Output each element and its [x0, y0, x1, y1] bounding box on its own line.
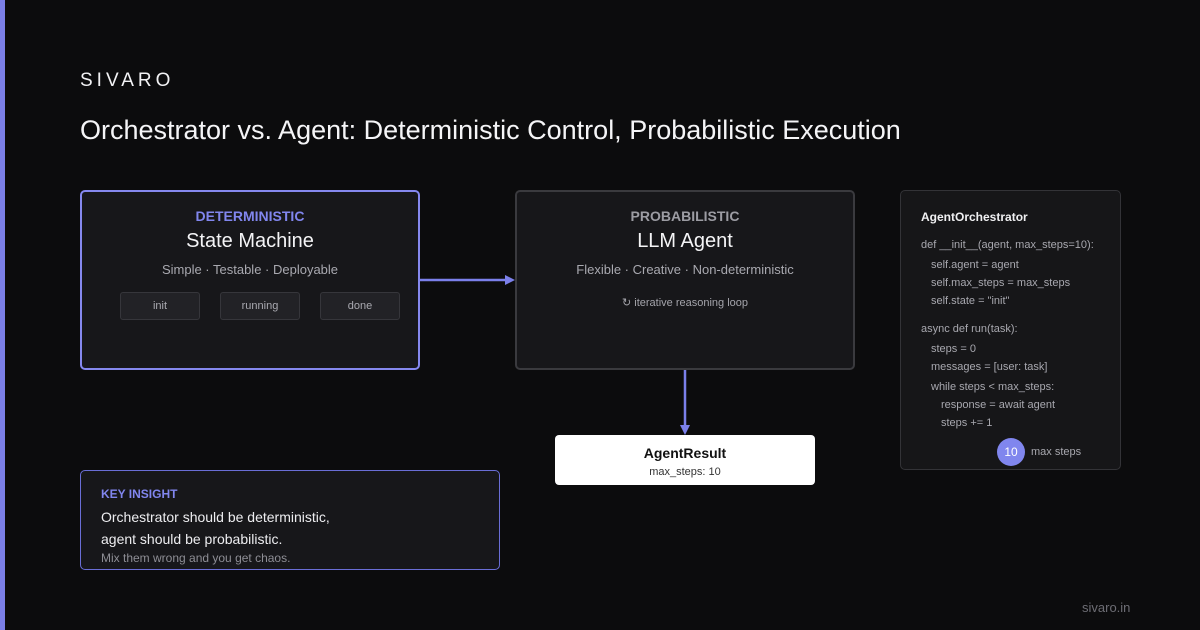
- code-line: async def run(task):: [921, 323, 1018, 335]
- code-line: response = await agent: [941, 399, 1056, 411]
- deterministic-card: DETERMINISTIC State Machine Simple · Tes…: [80, 190, 420, 370]
- loop-label: iterative reasoning loop: [634, 297, 749, 309]
- code-line: self.state = "init": [931, 295, 1010, 307]
- code-line: self.agent = agent: [931, 259, 1019, 271]
- code-line: def __init__(agent, max_steps=10):: [921, 239, 1094, 251]
- max-steps-label: max steps: [1031, 446, 1082, 458]
- probabilistic-subtitle: Flexible · Creative · Non-deterministic: [576, 262, 794, 277]
- code-line: self.max_steps = max_steps: [931, 277, 1071, 289]
- state-done: done: [320, 292, 400, 320]
- agent-result-title: AgentResult: [643, 445, 727, 461]
- deterministic-kind-label: DETERMINISTIC: [195, 208, 305, 224]
- key-insight-heading: KEY INSIGHT: [101, 487, 178, 501]
- loop-icon: ↻: [621, 297, 632, 309]
- agent-result-subtitle: max_steps: 10: [649, 466, 721, 478]
- probabilistic-kind-label: PROBABILISTIC: [630, 208, 740, 224]
- key-insight-line-2: agent should be probabilistic.: [101, 531, 283, 547]
- key-insight-box: KEY INSIGHT Orchestrator should be deter…: [80, 470, 500, 570]
- code-line: steps = 0: [931, 343, 976, 355]
- llm-agent-title: LLM Agent: [637, 230, 733, 252]
- reasoning-loop: ↻ iterative reasoning loop: [517, 296, 853, 309]
- key-insight-footnote: Mix them wrong and you get chaos.: [101, 551, 291, 565]
- state-init: init: [120, 292, 200, 320]
- code-line: while steps < max_steps:: [931, 381, 1055, 393]
- code-line: steps += 1: [941, 417, 993, 429]
- state-machine-title: State Machine: [186, 230, 314, 252]
- probabilistic-card: PROBABILISTIC LLM Agent Flexible · Creat…: [515, 190, 855, 370]
- code-title: AgentOrchestrator: [921, 210, 1028, 224]
- code-panel: AgentOrchestrator def __init__(agent, ma…: [900, 190, 1121, 470]
- footer-url: sivaro.in: [1082, 600, 1131, 615]
- arrowhead-down: [680, 425, 690, 435]
- arrowhead-right: [505, 275, 515, 285]
- deterministic-subtitle: Simple · Testable · Deployable: [161, 262, 339, 277]
- state-running: running: [220, 292, 300, 320]
- key-insight-line-1: Orchestrator should be deterministic,: [101, 509, 330, 525]
- max-steps-badge: 10: [997, 438, 1025, 466]
- agent-result-box: AgentResult max_steps: 10: [555, 435, 815, 485]
- code-line: messages = [user: task]: [931, 361, 1048, 373]
